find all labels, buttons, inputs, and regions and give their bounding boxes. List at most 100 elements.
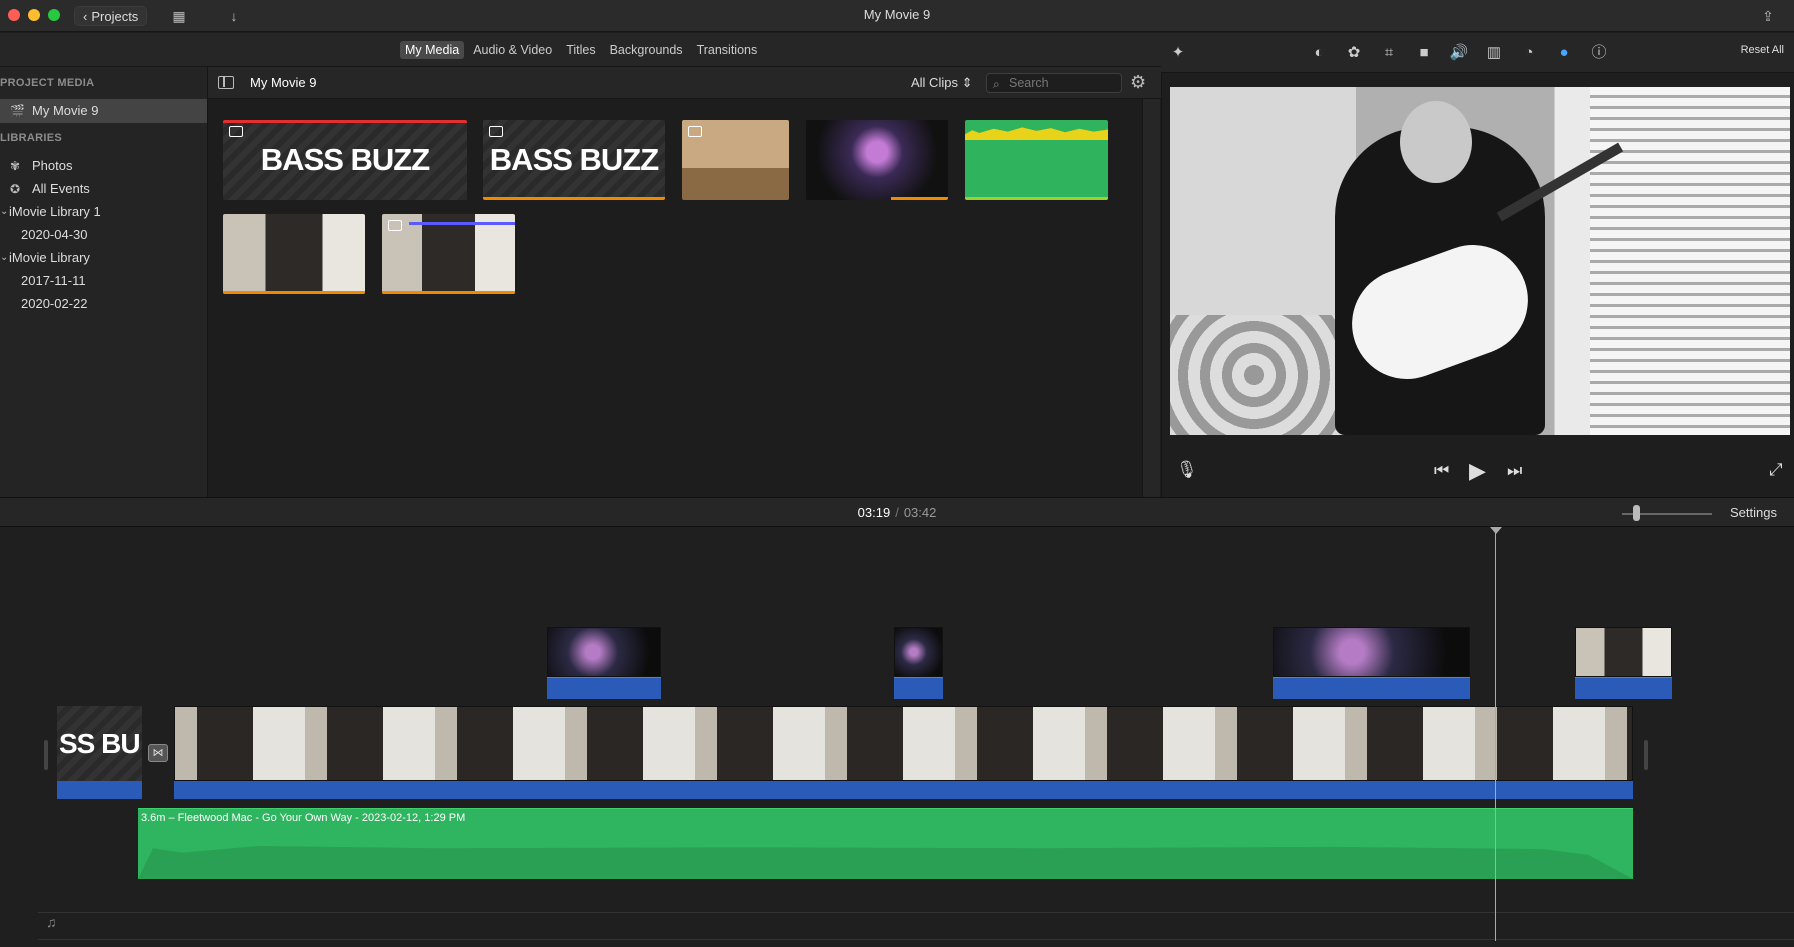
volume-icon[interactable]: 🔊	[1448, 43, 1470, 63]
clip-filter-select[interactable]: All Clips ⇕	[911, 75, 973, 91]
sidebar-toggle-icon[interactable]	[218, 76, 234, 89]
tab-backgrounds[interactable]: Backgrounds	[605, 41, 688, 59]
crop-icon[interactable]: ⌗	[1378, 43, 1400, 63]
color-balance-icon[interactable]: ◐	[1308, 43, 1330, 63]
media-clip-audio-track[interactable]	[965, 120, 1108, 200]
favorite-marker	[223, 120, 467, 123]
project-media-header: PROJECT MEDIA	[0, 77, 95, 89]
sidebar-item-label: My Movie 9	[32, 103, 99, 118]
play-icon[interactable]: ▶	[1469, 458, 1486, 484]
sidebar-item-event-2017-11-11[interactable]: 2017-11-11	[0, 269, 207, 293]
clip-filter-value: All Clips	[911, 75, 958, 90]
timeline-music-clip[interactable]: 3.6m – Fleetwood Mac - Go Your Own Way -…	[138, 808, 1633, 879]
time-separator: /	[895, 505, 899, 520]
search-icon: ⌕	[993, 77, 1000, 91]
timeline-broll-clip-1[interactable]	[547, 627, 661, 677]
keyword-marker	[408, 222, 515, 225]
fullscreen-icon[interactable]: ⤢	[1769, 460, 1783, 480]
broll-audio-track-4[interactable]	[1575, 677, 1672, 699]
timeline-start-handle[interactable]	[44, 740, 48, 770]
sidebar-item-label: Photos	[32, 158, 73, 173]
media-clip-bassbuzz-title[interactable]: BASS BUZZ	[223, 120, 467, 200]
search-input[interactable]: ⌕ Search	[986, 73, 1122, 93]
sidebar-item-event-2020-04-30[interactable]: 2020-04-30	[0, 223, 207, 247]
media-browser: BASS BUZZ BASS BUZZ	[208, 99, 1161, 497]
stabilization-icon[interactable]: ■	[1413, 43, 1435, 63]
share-icon[interactable]: ⇪	[1757, 6, 1779, 26]
used-marker	[965, 197, 1108, 200]
clip-filter-icon[interactable]: ●	[1553, 43, 1575, 63]
timeline-broll-clip-2[interactable]	[894, 627, 943, 677]
clip-text: BASS BUZZ	[260, 142, 430, 177]
sidebar-item-my-movie-9[interactable]: 🎬 My Movie 9	[0, 99, 207, 123]
broll-audio-track-3[interactable]	[1273, 677, 1470, 699]
sidebar-item-photos[interactable]: ✾ Photos	[0, 154, 207, 178]
broll-audio-track-2[interactable]	[894, 677, 943, 699]
sidebar-item-all-events[interactable]: ✪ All Events	[0, 177, 207, 201]
playhead[interactable]	[1495, 531, 1496, 941]
media-clip-bassist-2[interactable]	[382, 214, 515, 294]
broll-audio-track-1[interactable]	[547, 677, 661, 699]
media-clip-studio-room[interactable]	[682, 120, 789, 200]
viewer-frame	[1170, 87, 1790, 435]
equalizer-icon[interactable]: ▥	[1483, 43, 1505, 63]
window-blinds	[1590, 87, 1790, 435]
background-music-well[interactable]	[38, 912, 1794, 940]
gear-icon[interactable]: ⚙	[1130, 72, 1146, 93]
magic-wand-icon[interactable]: ✦	[1167, 43, 1189, 63]
tab-transitions[interactable]: Transitions	[692, 41, 763, 59]
tab-audio-video[interactable]: Audio & Video	[468, 41, 557, 59]
transition-icon[interactable]: ⋈	[148, 744, 168, 762]
audio-waveform	[138, 846, 1633, 879]
clip-text: BASS BUZZ	[489, 142, 659, 177]
camera-icon	[388, 220, 402, 231]
sidebar-item-imovie-library[interactable]: ⌄ iMovie Library	[0, 246, 207, 270]
color-palette-icon[interactable]: ✿	[1343, 43, 1365, 63]
camera-icon	[688, 126, 702, 137]
title-clip-audio-track[interactable]	[57, 781, 142, 799]
sidebar-item-imovie-library-1[interactable]: ⌄ iMovie Library 1	[0, 200, 207, 224]
browser-toolbar: My Movie 9 All Clips ⇕ ⌕ Search ⚙	[208, 67, 1161, 99]
media-clip-drummer[interactable]	[806, 120, 948, 200]
libraries-header: LIBRARIES	[0, 132, 62, 144]
sidebar-item-label: All Events	[32, 181, 90, 196]
inspector-toolbar: ✦ ◐ ✿ ⌗ ■ 🔊 ▥ ◔ ● ⓘ Reset All	[1161, 33, 1794, 73]
timeline-end-handle[interactable]	[1644, 740, 1648, 770]
reset-all-button[interactable]: Reset All	[1741, 44, 1784, 56]
timeline-main-clip[interactable]	[174, 706, 1633, 781]
speed-icon[interactable]: ◔	[1518, 43, 1540, 63]
info-icon[interactable]: ⓘ	[1588, 43, 1610, 63]
skip-forward-icon[interactable]: ⏭	[1507, 461, 1522, 481]
title-bar: ‹ Projects ▦ ↓ My Movie 9 ⇪	[0, 0, 1794, 32]
disclosure-chevron-icon[interactable]: ⌄	[0, 246, 8, 270]
used-marker	[382, 291, 515, 294]
timecode-display: 03:19 / 03:42	[0, 505, 1794, 520]
main-clip-audio-track[interactable]	[174, 781, 1633, 799]
skip-back-icon[interactable]: ⏮	[1434, 461, 1449, 481]
zoom-slider-knob[interactable]	[1633, 505, 1640, 521]
used-marker	[891, 197, 948, 200]
browser-tab-bar: My Media Audio & Video Titles Background…	[0, 33, 1161, 67]
microphone-icon[interactable]: 🎙	[1176, 460, 1198, 480]
timeline-title-clip[interactable]: SS BU	[57, 706, 142, 781]
clip-text: SS BU	[59, 727, 141, 759]
timeline-settings-button[interactable]: Settings	[1730, 505, 1777, 520]
tab-my-media[interactable]: My Media	[400, 41, 465, 59]
disclosure-chevron-icon[interactable]: ⌄	[0, 200, 8, 224]
sidebar-item-event-2020-02-22[interactable]: 2020-02-22	[0, 292, 207, 316]
total-time: 03:42	[903, 505, 937, 520]
library-sidebar: PROJECT MEDIA 🎬 My Movie 9 LIBRARIES ✾ P…	[0, 67, 208, 497]
tab-titles[interactable]: Titles	[561, 41, 600, 59]
used-marker	[483, 197, 665, 200]
audio-peak-waveform	[965, 127, 1108, 140]
sidebar-item-label: 2020-02-22	[21, 296, 88, 311]
search-placeholder: Search	[1009, 76, 1049, 90]
timeline-broll-clip-3[interactable]	[1273, 627, 1470, 677]
playhead-handle[interactable]	[1490, 527, 1502, 534]
photos-icon: ✾	[10, 159, 21, 173]
browser-scrollbar[interactable]	[1142, 99, 1160, 497]
media-clip-bassbuzz-logo[interactable]: BASS BUZZ	[483, 120, 665, 200]
viewer: 🎙 ⏮ ▶ ⏭ ⤢	[1161, 73, 1794, 497]
media-clip-bassist-1[interactable]	[223, 214, 365, 294]
timeline-broll-clip-4[interactable]	[1575, 627, 1672, 677]
